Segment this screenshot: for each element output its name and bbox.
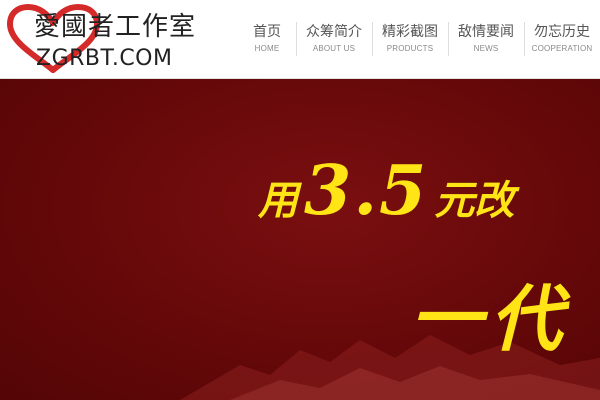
brand-name: 愛國者工作室 — [34, 12, 197, 42]
site-logo[interactable]: 愛國者工作室 ZGRBT.COM — [6, 4, 206, 74]
main-nav: 首页 HOME 众筹简介 ABOUT US 精彩截图 PRODUCTS 敌情要闻… — [238, 0, 600, 78]
nav-sublabel: HOME — [254, 44, 280, 53]
slogan-price: 3.5 — [304, 151, 429, 231]
nav-sublabel: ABOUT US — [312, 44, 356, 53]
nav-item-cooperation[interactable]: 勿忘历史 COOPERATION — [524, 0, 600, 78]
slogan-suffix: 元改 — [434, 178, 515, 224]
nav-label: 勿忘历史 — [534, 24, 590, 40]
site-header: 愛國者工作室 ZGRBT.COM 首页 HOME 众筹简介 ABOUT US 精… — [0, 0, 600, 79]
nav-item-products[interactable]: 精彩截图 PRODUCTS — [372, 0, 448, 78]
nav-item-home[interactable]: 首页 HOME — [238, 0, 296, 78]
brand-domain: ZGRBT.COM — [36, 46, 173, 71]
nav-sublabel: COOPERATION — [531, 44, 593, 53]
nav-item-news[interactable]: 敌情要闻 NEWS — [448, 0, 524, 78]
slogan-line-2: 一代 — [410, 277, 571, 361]
nav-label: 首页 — [253, 24, 281, 40]
nav-sublabel: NEWS — [473, 44, 499, 53]
nav-sublabel: PRODUCTS — [386, 44, 434, 53]
hero-banner[interactable]: 用 3.5 元改 一代 — [0, 79, 600, 400]
slogan-line-1: 用 3.5 元改 — [258, 151, 514, 231]
nav-label: 敌情要闻 — [458, 24, 514, 40]
nav-label: 精彩截图 — [382, 24, 438, 40]
nav-item-about[interactable]: 众筹简介 ABOUT US — [296, 0, 372, 78]
slogan-prefix: 用 — [258, 178, 298, 224]
nav-label: 众筹简介 — [306, 24, 362, 40]
